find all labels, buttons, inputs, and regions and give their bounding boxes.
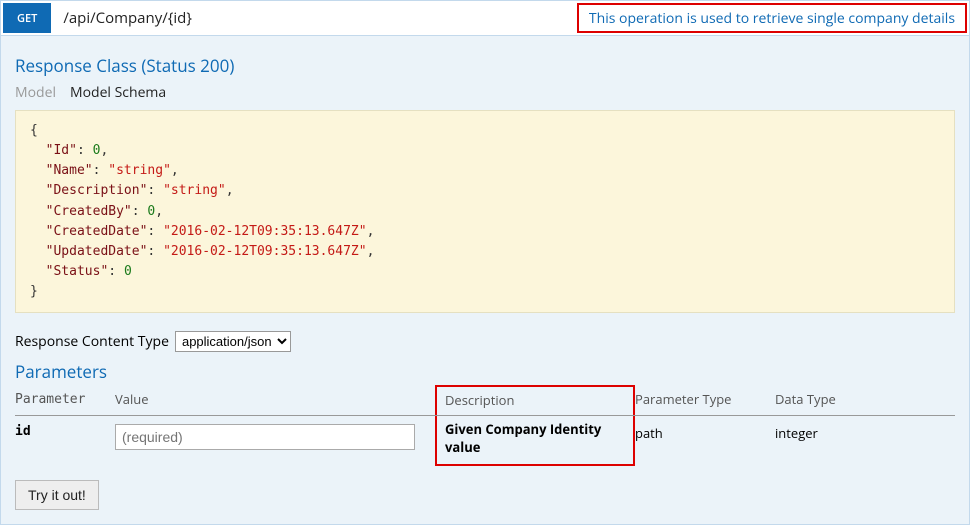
model-schema-json[interactable]: { "Id": 0, "Name": "string", "Descriptio… xyxy=(15,110,955,313)
content-type-select[interactable]: application/json xyxy=(175,331,291,352)
operation-header[interactable]: GET /api/Company/{id} This operation is … xyxy=(1,1,969,36)
tab-model[interactable]: Model xyxy=(15,83,56,102)
param-description: Given Company Identity value xyxy=(445,420,601,456)
content-type-label: Response Content Type xyxy=(15,332,169,351)
api-operation-panel: GET /api/Company/{id} This operation is … xyxy=(0,0,970,525)
param-data-type: integer xyxy=(775,416,955,467)
table-row: id Given Company Identity value path int… xyxy=(15,416,955,467)
col-header-value: Value xyxy=(115,385,435,416)
api-path: /api/Company/{id} xyxy=(53,1,577,35)
col-header-param-type: Parameter Type xyxy=(635,385,775,416)
col-header-data-type: Data Type xyxy=(775,385,955,416)
operation-summary: This operation is used to retrieve singl… xyxy=(577,3,967,33)
col-header-parameter: Parameter xyxy=(15,385,115,416)
col-header-description: Description xyxy=(445,391,514,409)
response-class-heading: Response Class (Status 200) xyxy=(15,54,955,77)
parameters-table: Parameter Value Description Parameter Ty… xyxy=(15,385,955,466)
schema-tabs: Model Model Schema xyxy=(15,83,955,102)
param-name: id xyxy=(15,416,115,467)
tab-model-schema[interactable]: Model Schema xyxy=(70,83,166,102)
param-value-input[interactable] xyxy=(115,424,415,450)
param-type: path xyxy=(635,416,775,467)
http-method-badge: GET xyxy=(3,3,51,33)
try-it-out-button[interactable]: Try it out! xyxy=(15,480,99,510)
parameters-heading: Parameters xyxy=(15,360,955,383)
